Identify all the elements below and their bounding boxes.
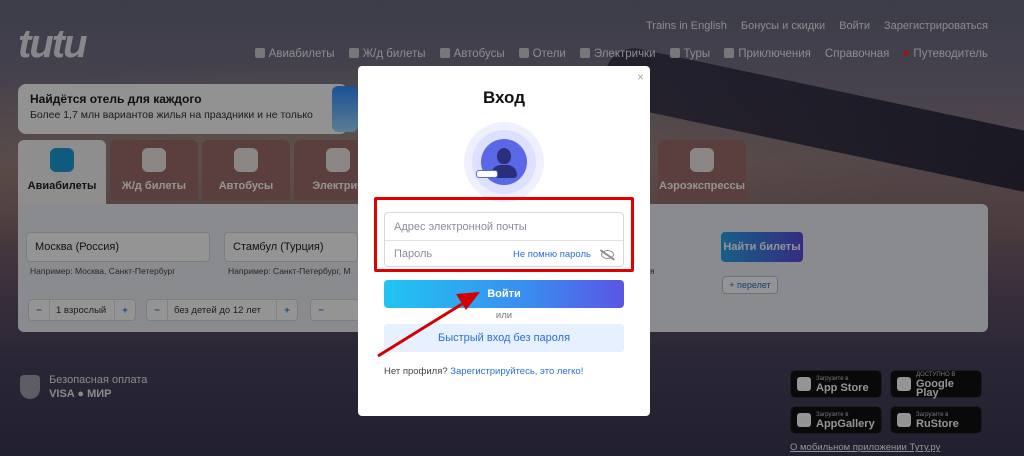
red-arrow-annotation xyxy=(377,292,480,358)
arrow-shaft xyxy=(377,302,463,358)
arrow-head xyxy=(456,292,480,310)
